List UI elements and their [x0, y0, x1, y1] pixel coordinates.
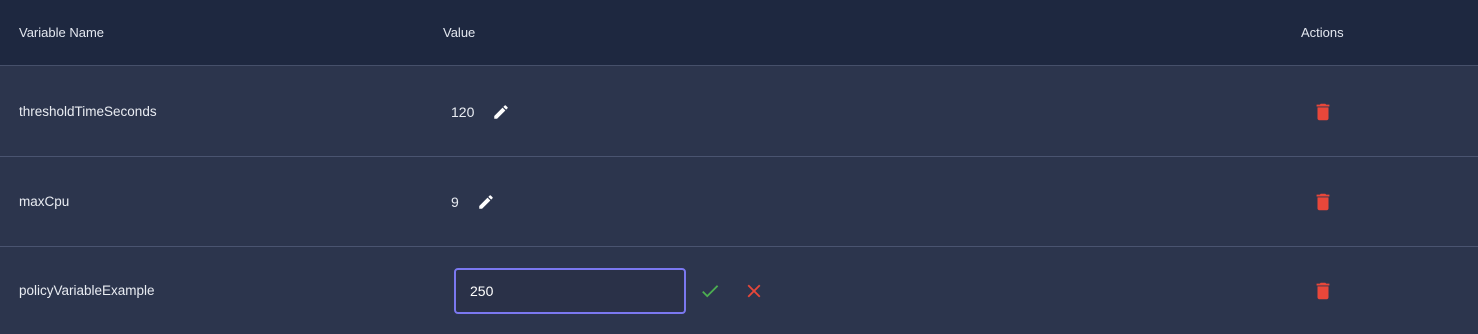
close-icon [747, 284, 761, 297]
variables-table: Variable Name Value Actions thresholdTim… [0, 0, 1478, 334]
actions-cell [1312, 67, 1334, 156]
column-header-variable-name: Variable Name [19, 25, 105, 40]
value-edit-input[interactable] [454, 267, 686, 314]
table-row: policyVariableExample [0, 247, 1478, 334]
actions-cell [1312, 247, 1334, 334]
variable-name: policyVariableExample [19, 283, 155, 298]
trash-icon [1316, 193, 1330, 210]
column-header-actions: Actions [1301, 25, 1344, 40]
edit-button[interactable] [477, 193, 495, 211]
variable-value: 9 [451, 193, 459, 210]
pencil-icon [494, 104, 509, 119]
confirm-button[interactable] [699, 280, 721, 302]
delete-button[interactable] [1312, 280, 1334, 302]
trash-icon [1316, 282, 1330, 299]
table-row: maxCpu 9 [0, 157, 1478, 247]
value-cell [452, 247, 765, 334]
table-header: Variable Name Value Actions [0, 0, 1478, 66]
value-cell: 120 [451, 67, 510, 156]
trash-icon [1316, 103, 1330, 120]
column-header-value: Value [443, 25, 476, 40]
variable-name: thresholdTimeSeconds [19, 104, 157, 119]
cancel-button[interactable] [743, 280, 765, 302]
actions-cell [1312, 157, 1334, 246]
pencil-icon [479, 194, 493, 209]
delete-button[interactable] [1312, 101, 1334, 123]
edit-button[interactable] [492, 103, 510, 121]
delete-button[interactable] [1312, 191, 1334, 213]
check-icon [702, 284, 719, 297]
variable-value: 120 [451, 103, 475, 120]
value-cell: 9 [451, 157, 495, 246]
variable-name: maxCpu [19, 194, 70, 209]
table-row: thresholdTimeSeconds 120 [0, 67, 1478, 157]
